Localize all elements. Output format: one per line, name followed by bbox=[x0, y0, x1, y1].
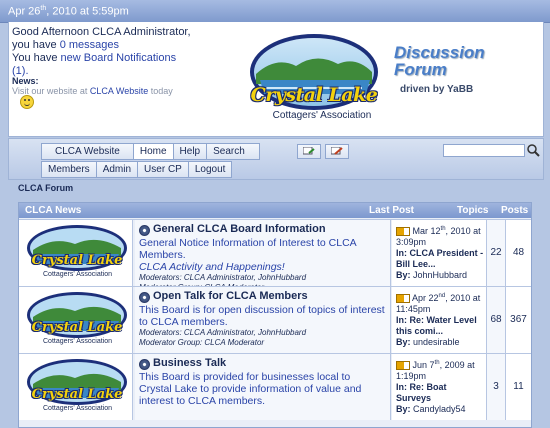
breadcrumb[interactable]: CLCA Forum bbox=[18, 183, 73, 193]
nav-user-cp[interactable]: User CP bbox=[137, 161, 188, 178]
nav-search[interactable]: Search bbox=[206, 143, 260, 160]
new-messages-button[interactable] bbox=[297, 144, 321, 159]
post-count: 367 bbox=[506, 287, 531, 353]
last-post-link[interactable]: CLCA President - Bill Lee... bbox=[396, 248, 483, 269]
board-image[interactable]: Crystal Lake Cottagers' Association bbox=[19, 220, 133, 286]
board-status-icon bbox=[139, 292, 150, 303]
board-header: CLCA News Last Post Topics Posts bbox=[19, 203, 531, 218]
current-date: Apr 26th, 2010 at 5:59pm bbox=[8, 5, 129, 18]
notes-button[interactable] bbox=[325, 144, 349, 159]
last-post-author[interactable]: JohnHubbard bbox=[411, 270, 467, 280]
date-bar: Apr 26th, 2010 at 5:59pm bbox=[0, 0, 550, 23]
board-table: CLCA News Last Post Topics Posts Crystal… bbox=[18, 202, 532, 428]
post-count: 11 bbox=[506, 354, 531, 420]
nav-help[interactable]: Help bbox=[172, 143, 207, 160]
nav-clca-website[interactable]: CLCA Website bbox=[41, 143, 133, 160]
post-icon bbox=[396, 294, 410, 304]
last-post-author[interactable]: Candylady54 bbox=[411, 404, 466, 414]
post-count: 48 bbox=[506, 220, 531, 286]
board-description: Open Talk for CLCA Members This Board is… bbox=[135, 287, 391, 353]
last-post: Jun 7th, 2009 at 1:19pm In: Re: Boat Sur… bbox=[392, 354, 487, 420]
clca-website-link[interactable]: CLCA Website bbox=[90, 86, 148, 96]
post-icon bbox=[396, 361, 410, 371]
board-status-icon bbox=[139, 359, 150, 370]
topic-count: 3 bbox=[487, 354, 506, 420]
topic-count: 68 bbox=[487, 287, 506, 353]
nav-home[interactable]: Home bbox=[132, 143, 173, 160]
yabb-credit: driven by YaBB bbox=[400, 84, 474, 95]
news-text: Visit our website at CLCA Website today bbox=[12, 86, 173, 96]
topic-count: 22 bbox=[487, 220, 506, 286]
board-image[interactable]: Crystal Lake Cottagers' Association bbox=[19, 287, 133, 353]
search-input[interactable] bbox=[443, 144, 525, 157]
post-icon bbox=[396, 227, 410, 237]
nav-row-2: Members Admin User CP Logout bbox=[41, 161, 233, 178]
discussion-forum-title: Discussion Forum bbox=[394, 43, 485, 79]
last-post-link[interactable]: Re: Water Level this comi... bbox=[396, 315, 477, 336]
notifications-link[interactable]: new Board Notifications bbox=[61, 52, 177, 64]
board-title-link[interactable]: Open Talk for CLCA Members bbox=[153, 290, 308, 302]
search-icon[interactable] bbox=[526, 143, 540, 157]
category-name[interactable]: CLCA News bbox=[25, 205, 81, 216]
main-nav: CLCA Website Home Help Search Members Ad… bbox=[8, 138, 544, 180]
board-row: Crystal Lake Cottagers' Association Gene… bbox=[19, 219, 531, 292]
nav-row-1: CLCA Website Home Help Search bbox=[41, 143, 260, 160]
board-description: Business Talk This Board is provided for… bbox=[135, 354, 391, 420]
board-status-icon bbox=[139, 225, 150, 236]
last-post: Apr 22nd, 2010 at 11:45pm In: Re: Water … bbox=[392, 287, 487, 353]
messages-link[interactable]: 0 messages bbox=[60, 39, 119, 51]
nav-members[interactable]: Members bbox=[41, 161, 96, 178]
board-row: Crystal Lake Cottagers' Association Busi… bbox=[19, 353, 531, 420]
board-image[interactable]: Crystal Lake Cottagers' Association bbox=[19, 354, 133, 420]
board-title-link[interactable]: General CLCA Board Information bbox=[153, 223, 326, 235]
user-greeting: Good Afternoon CLCA Administrator, you h… bbox=[12, 26, 191, 77]
board-row: Crystal Lake Cottagers' Association Open… bbox=[19, 286, 531, 353]
smiley-icon bbox=[20, 95, 34, 109]
news-label: News: bbox=[12, 76, 39, 86]
nav-logout[interactable]: Logout bbox=[187, 161, 233, 178]
nav-admin[interactable]: Admin bbox=[95, 161, 138, 178]
last-post-author[interactable]: undesirable bbox=[411, 337, 460, 347]
board-title-link[interactable]: Business Talk bbox=[153, 357, 226, 369]
board-description: General CLCA Board Information General N… bbox=[135, 220, 391, 292]
crystal-lake-logo: Crystal Lake Cottagers' Association bbox=[246, 32, 382, 128]
last-post: Mar 12th, 2010 at 3:09pm In: CLCA Presid… bbox=[392, 220, 487, 286]
